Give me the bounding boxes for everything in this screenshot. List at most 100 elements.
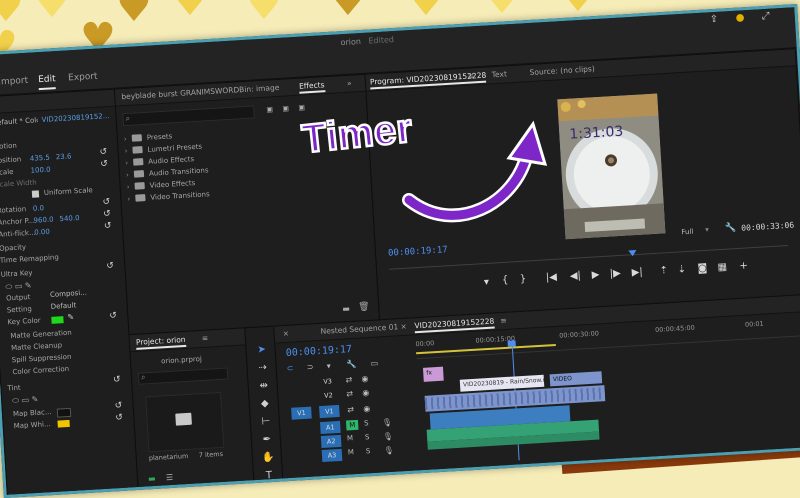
go-to-in-icon[interactable]: |◀ [546,272,558,284]
panel-menu-icon[interactable]: ≡ [202,334,209,343]
tab-export[interactable]: Export [68,72,98,84]
reset-icon[interactable]: ↺ [103,209,111,219]
tab-sequence[interactable]: VID20230819152228 [414,317,494,331]
clip-source-label[interactable]: Default * Color Mat... [0,116,38,127]
timeline-current-time[interactable]: 00:00:19:17 [286,344,353,359]
tab-effects[interactable]: Effects [299,80,325,90]
uniform-scale-checkbox[interactable] [31,190,40,198]
selection-tool-icon[interactable]: ➤ [254,343,269,358]
timeline-close-icon[interactable]: × [282,329,289,338]
mark-in-icon[interactable]: { [502,275,509,286]
bin-thumbnail[interactable] [145,391,225,453]
track-select-tool-icon[interactable]: ⇢ [255,361,270,376]
mask-shape-icons[interactable]: ⬭ ▭ ✎ [5,281,32,293]
chevron-down-icon[interactable]: ▾ [705,226,709,234]
tab-import[interactable]: Import [0,76,28,88]
track-label-v1[interactable]: V1 [319,404,340,419]
32bit-effects-icon[interactable]: ▣ [282,104,289,112]
source-patch-v1[interactable]: V1 [291,406,312,420]
tint-mask-icons[interactable]: ⬭ ▭ ✎ [12,395,39,407]
zoom-select[interactable]: Full [681,228,693,237]
setting-select[interactable]: Default [50,301,76,311]
type-tool-icon[interactable]: T [262,469,277,484]
solo-button[interactable]: S [365,433,370,441]
toggle-sync-lock-icon[interactable]: ⇄ [347,405,354,414]
delete-icon[interactable]: 🗑 [358,302,370,313]
new-bin-icon[interactable]: ▬ [342,304,350,313]
snap-icon[interactable]: ⊂ [286,364,293,373]
step-forward-icon[interactable]: |▶ [609,268,621,280]
anti-flicker-value[interactable]: 0.00 [34,228,50,237]
panel-menu-icon[interactable]: ≡ [467,71,474,80]
playhead-handle[interactable] [507,340,516,347]
eyedropper-icon[interactable]: ✎ [67,312,74,321]
mute-button[interactable]: M [347,434,354,442]
rotation-value[interactable]: 0.0 [33,204,45,213]
linked-selection-icon[interactable]: ⊃ [306,362,313,371]
share-icon[interactable]: ⇪ [710,14,719,25]
scale-value[interactable]: 100.0 [30,166,50,175]
project-search-input[interactable]: ⌕ [137,367,229,385]
reset-icon[interactable]: ↺ [106,261,114,271]
position-x-value[interactable]: 435.5 [30,154,50,163]
ripple-edit-tool-icon[interactable]: ⇹ [256,379,271,394]
tab-edit[interactable]: Edit [38,74,56,85]
reset-icon[interactable]: ↺ [115,413,123,423]
mark-out-icon[interactable]: } [520,274,527,285]
key-color-swatch[interactable] [51,316,64,324]
microphone-icon[interactable]: 🎙 [382,418,393,428]
eye-icon[interactable]: ◉ [363,404,371,413]
panel-menu-icon[interactable]: ≡ [500,316,507,325]
toggle-sync-lock-icon[interactable]: ⇄ [345,375,352,384]
razor-tool-icon[interactable]: ◆ [257,397,272,412]
solo-button[interactable]: S [364,419,369,427]
mute-button[interactable]: M [345,419,359,431]
pen-tool-icon[interactable]: ✒ [260,433,275,448]
export-frame-icon[interactable]: ◙ [697,263,707,275]
position-y-value[interactable]: 23.6 [56,152,72,161]
tab-bin-beyblade[interactable]: beyblade burst GRANIMSWORD [121,85,239,101]
notification-icon[interactable]: ● [735,12,744,23]
tab-bin-image[interactable]: Bin: image [239,83,280,94]
track-label-a2[interactable]: A2 [320,434,342,449]
effects-search-input[interactable]: ⌕ [122,105,255,127]
work-area-bar[interactable] [416,343,556,355]
tab-project[interactable]: Project: orion [136,335,186,347]
video-preview[interactable]: 1:31:03 [557,93,666,240]
tab-text[interactable]: Text [491,69,507,79]
add-marker-icon[interactable]: ▾ [326,361,331,370]
list-view-icon[interactable]: ☰ [166,473,174,482]
reset-icon[interactable]: ↺ [109,311,117,321]
playhead-marker[interactable] [628,250,637,257]
reset-icon[interactable]: ↺ [114,401,122,411]
add-button-icon[interactable]: + [739,260,748,271]
play-icon[interactable]: ▶ [591,269,599,280]
microphone-icon[interactable]: 🎙 [383,432,394,442]
anchor-y-value[interactable]: 540.0 [59,214,79,223]
toggle-sync-lock-icon[interactable]: ⇄ [346,389,353,398]
track-label-v2[interactable]: V2 [318,389,339,402]
hand-tool-icon[interactable]: ✋ [261,451,276,466]
captions-icon[interactable]: ▭ [370,359,378,368]
reset-icon[interactable]: ↺ [102,197,110,207]
wrench-icon[interactable]: 🔧 [725,223,737,234]
slip-tool-icon[interactable]: ⊢ [259,415,274,430]
lift-icon[interactable]: ⇡ [659,265,668,276]
track-label-a1[interactable]: A1 [320,420,341,435]
video-clip[interactable]: VIDEO [549,371,603,387]
solo-button[interactable]: S [366,447,371,455]
reset-icon[interactable]: ↺ [104,221,112,231]
fullscreen-icon[interactable]: ⤢ [761,11,770,22]
map-black-swatch[interactable] [56,407,72,418]
program-current-time[interactable]: 00:00:19:17 [388,245,448,259]
lock-icon[interactable]: ▬ [148,474,156,483]
extract-icon[interactable]: ⇣ [677,264,686,275]
tab-source[interactable]: Source: (no clips) [529,64,595,77]
timeline-close-icon[interactable]: × [400,322,407,331]
comparison-view-icon[interactable]: ▦ [717,262,727,274]
add-marker-icon[interactable]: ▾ [484,277,490,288]
eye-icon[interactable]: ◉ [361,374,369,383]
program-scrub-bar[interactable] [389,244,789,270]
yuv-effects-icon[interactable]: ▣ [298,103,305,111]
map-white-swatch[interactable] [57,419,70,428]
